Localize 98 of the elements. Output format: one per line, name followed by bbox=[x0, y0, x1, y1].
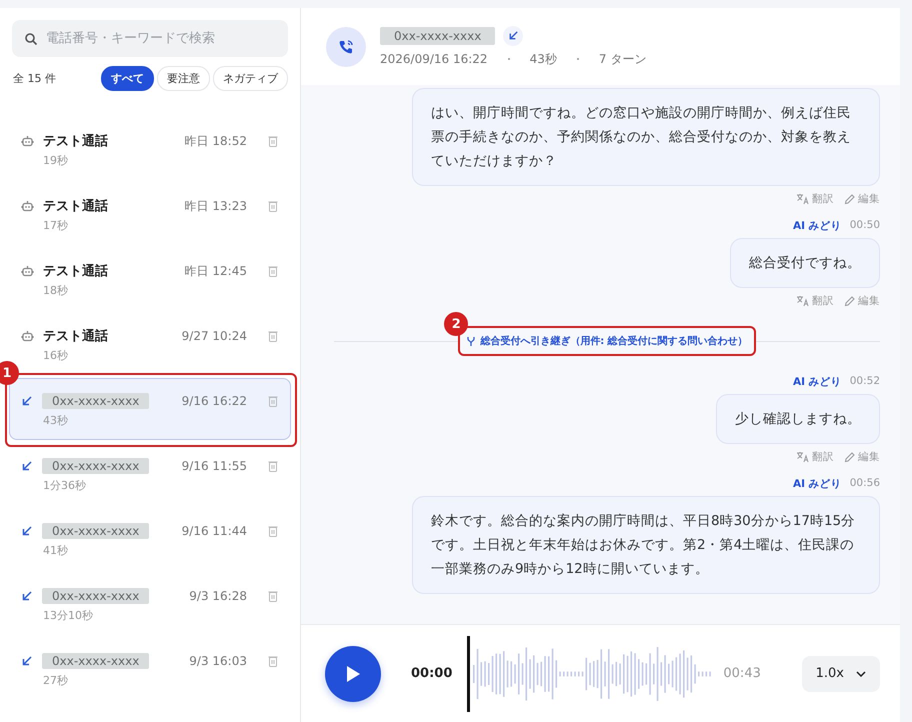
phone-number-tag: 0xx-xxxx-xxxx bbox=[42, 588, 150, 604]
speaker-name: AI みどり bbox=[793, 219, 842, 233]
message-time: 00:56 bbox=[850, 477, 880, 491]
call-list-item[interactable]: テスト通話 昨日 13:23 17秒 bbox=[9, 183, 291, 245]
trash-icon[interactable] bbox=[268, 395, 278, 407]
call-datetime: 2026/09/16 16:22 bbox=[380, 52, 488, 66]
speed-dropdown[interactable]: 1.0x bbox=[802, 656, 880, 692]
call-list-item[interactable]: テスト通話 昨日 18:52 19秒 bbox=[9, 118, 291, 180]
call-duration: 43秒 bbox=[530, 50, 557, 68]
message-action[interactable]: 編集 bbox=[844, 294, 880, 308]
call-time: 9/3 16:03 bbox=[189, 654, 247, 668]
robot-icon bbox=[21, 330, 34, 342]
call-time: 9/16 11:55 bbox=[182, 459, 247, 473]
separator-dot bbox=[508, 58, 510, 60]
message-action[interactable]: 翻訳 bbox=[796, 192, 834, 206]
call-duration: 18秒 bbox=[42, 283, 69, 298]
call-title: テスト通話 bbox=[43, 198, 109, 215]
callout-badge: 2 bbox=[444, 312, 468, 336]
translate-icon bbox=[796, 295, 809, 307]
call-duration: 43秒 bbox=[42, 413, 69, 428]
call-title: テスト通話 bbox=[43, 133, 109, 150]
filter-chip[interactable]: ネガティブ bbox=[213, 66, 288, 91]
robot-icon bbox=[21, 134, 34, 148]
message-action[interactable]: 編集 bbox=[844, 192, 880, 206]
message-action[interactable]: 編集 bbox=[844, 450, 880, 464]
call-duration: 19秒 bbox=[42, 153, 69, 168]
chevron-down-icon bbox=[856, 670, 866, 676]
incoming-arrow-icon bbox=[21, 655, 33, 667]
call-time: 昨日 13:23 bbox=[184, 198, 247, 214]
call-time: 昨日 18:52 bbox=[184, 132, 247, 150]
pencil-icon bbox=[844, 452, 855, 462]
incoming-arrow-icon bbox=[21, 395, 33, 407]
call-duration: 17秒 bbox=[42, 218, 69, 233]
pencil-icon bbox=[844, 194, 855, 204]
branch-icon bbox=[466, 336, 476, 346]
trash-icon[interactable] bbox=[268, 265, 278, 277]
trash-icon[interactable] bbox=[268, 655, 278, 667]
call-duration: 41秒 bbox=[42, 543, 69, 558]
phone-number-tag: 0xx-xxxx-xxxx bbox=[42, 523, 150, 539]
message-time: 00:52 bbox=[850, 375, 880, 389]
waveform-drawing[interactable] bbox=[467, 636, 714, 712]
trash-icon[interactable] bbox=[268, 590, 278, 602]
call-time: 9/27 10:24 bbox=[182, 329, 247, 343]
call-time: 9/3 16:28 bbox=[189, 589, 247, 603]
call-duration: 1分36秒 bbox=[42, 478, 87, 493]
separator-dot bbox=[576, 58, 579, 60]
robot-icon bbox=[21, 264, 34, 278]
message-time: 00:50 bbox=[850, 219, 880, 233]
trash-icon[interactable] bbox=[268, 200, 278, 212]
message-bubble: 総合受付ですね。 bbox=[730, 238, 880, 288]
call-list-item[interactable]: 0xx-xxxx-xxxx 9/16 11:44 41秒 bbox=[9, 508, 291, 570]
incoming-arrow-icon bbox=[21, 460, 33, 472]
incoming-arrow-icon bbox=[21, 525, 33, 537]
call-list-item[interactable]: 0xx-xxxx-xxxx 9/3 16:28 13分10秒 bbox=[9, 573, 291, 635]
call-list-item[interactable]: 0xx-xxxx-xxxx 9/16 16:22 43秒 bbox=[9, 378, 291, 440]
filter-chip[interactable]: 要注意 bbox=[157, 66, 210, 91]
total-time: 00:43 bbox=[723, 666, 761, 681]
phone-icon bbox=[338, 38, 354, 54]
call-list-item[interactable]: テスト通話 昨日 12:45 18秒 bbox=[9, 248, 291, 310]
trash-icon[interactable] bbox=[268, 525, 278, 537]
speaker-name: AI みどり bbox=[793, 477, 842, 491]
message-action[interactable]: 翻訳 bbox=[796, 450, 834, 464]
call-duration: 16秒 bbox=[42, 348, 69, 363]
message-bubble: 鈴木です。総合的な案内の開庁時間は、平日8時30分から17時15分です。土日祝と年末年始はお休みです。第2・第4土曜は、住民課の一部業務のみ9時から12時に開いています。 bbox=[412, 496, 880, 594]
trash-icon[interactable] bbox=[268, 460, 278, 472]
call-duration: 13分10秒 bbox=[42, 608, 94, 623]
phone-number-tag: 0xx-xxxx-xxxx bbox=[380, 26, 496, 44]
turn-count: 7 ターン bbox=[598, 50, 646, 68]
message-action[interactable]: 翻訳 bbox=[796, 294, 834, 308]
call-title: テスト通話 bbox=[43, 328, 109, 345]
trash-icon[interactable] bbox=[268, 135, 278, 147]
pencil-icon bbox=[844, 296, 855, 306]
call-time: 昨日 12:45 bbox=[184, 262, 247, 280]
play-button[interactable] bbox=[325, 646, 381, 702]
phone-number-tag: 0xx-xxxx-xxxx bbox=[42, 653, 150, 669]
call-duration: 27秒 bbox=[42, 673, 69, 688]
phone-number-tag: 0xx-xxxx-xxxx bbox=[42, 458, 150, 474]
speaker-name: AI みどり bbox=[793, 375, 842, 389]
play-icon bbox=[344, 664, 360, 682]
translate-icon bbox=[796, 193, 809, 205]
message-bubble: 少し確認しますね。 bbox=[716, 394, 880, 444]
call-time: 9/16 16:22 bbox=[182, 394, 247, 408]
current-time: 00:00 bbox=[411, 666, 452, 681]
call-list-item[interactable]: 0xx-xxxx-xxxx 9/16 11:55 1分36秒 bbox=[9, 443, 291, 505]
filter-chip[interactable]: すべて bbox=[101, 66, 154, 91]
robot-icon bbox=[21, 200, 34, 212]
result-count: 全 15 件 bbox=[13, 71, 56, 86]
callout-badge: 1 bbox=[0, 361, 19, 385]
search-field[interactable]: 電話番号・キーワードで検索 bbox=[12, 20, 288, 57]
incoming-arrow-icon bbox=[21, 590, 33, 602]
trash-icon[interactable] bbox=[268, 330, 278, 342]
translate-icon bbox=[796, 451, 809, 463]
message-bubble: はい、開庁時間ですね。どの窓口や施設の開庁時間か、例えば住民票の手続きなのか、予約関係なのか、総合受付なのか、対象を教えていただけますか？ bbox=[412, 88, 880, 186]
phone-number-tag: 0xx-xxxx-xxxx bbox=[42, 393, 150, 409]
call-title: テスト通話 bbox=[43, 263, 109, 280]
handoff-note: 総合受付へ引き継ぎ（用件: 総合受付に関する問い合わせ） bbox=[466, 334, 748, 348]
call-time: 9/16 11:44 bbox=[182, 524, 247, 538]
call-list-item[interactable]: 0xx-xxxx-xxxx 9/3 16:03 27秒 bbox=[9, 638, 291, 700]
